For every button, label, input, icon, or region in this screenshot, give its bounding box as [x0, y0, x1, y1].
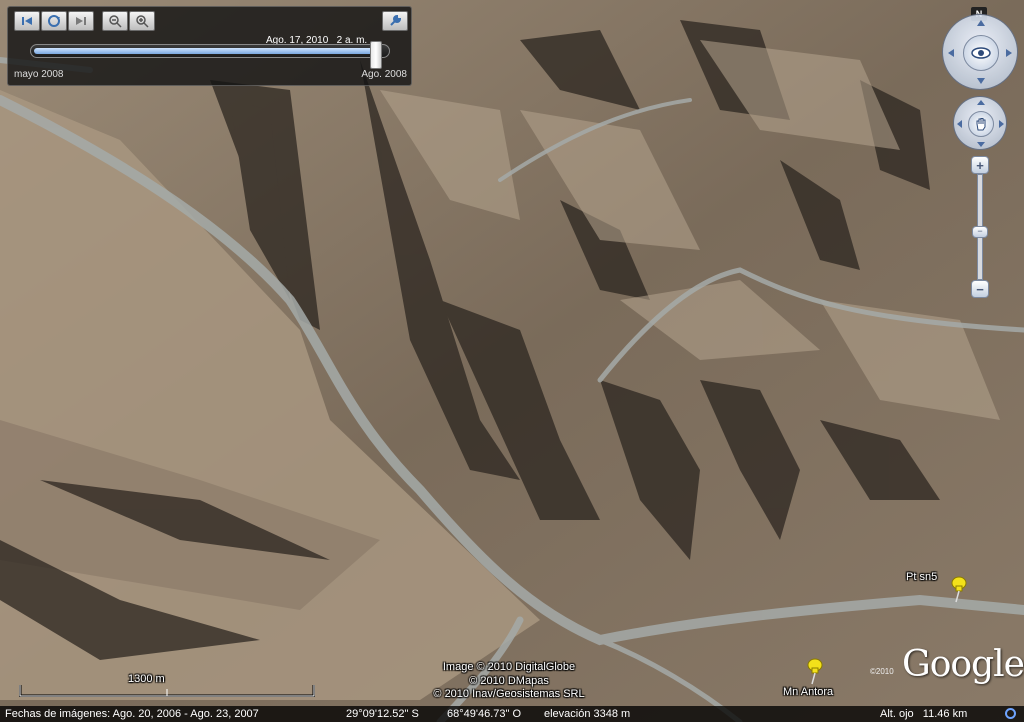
status-bar: Fechas de imágenes: Ago. 20, 2006 - Ago.…: [0, 706, 1024, 722]
time-slider-fill: [34, 48, 374, 54]
hand-icon[interactable]: [968, 111, 994, 137]
zoom-in-time-icon[interactable]: [129, 11, 155, 31]
elevation-readout: elevación 3348 m: [544, 708, 631, 720]
move-left-arrow[interactable]: [957, 120, 962, 128]
time-slider-track[interactable]: [30, 44, 390, 58]
placemark-label-mn-antora[interactable]: Mn Antora: [783, 686, 833, 698]
zoom-out-time-icon[interactable]: [102, 11, 128, 31]
scale-bar: [19, 685, 315, 697]
placemark-label-pt-sn5[interactable]: Pt sn5: [906, 571, 937, 583]
imagery-attribution: Image © 2010 DigitalGlobe © 2010 DMapas …: [414, 661, 604, 702]
yellow-pushpin-icon[interactable]: [804, 657, 826, 685]
move-right-arrow[interactable]: [999, 120, 1004, 128]
look-left-arrow[interactable]: [948, 49, 954, 57]
zoom-out-button[interactable]: −: [971, 280, 989, 298]
play-icon[interactable]: [41, 11, 67, 31]
zoom-slider: + − −: [971, 156, 989, 298]
eye-altitude-readout: Alt. ojo 11.46 km: [880, 708, 968, 720]
wrench-icon[interactable]: [382, 11, 408, 31]
look-right-arrow[interactable]: [1006, 49, 1012, 57]
zoom-in-button[interactable]: +: [971, 156, 989, 174]
time-slider-panel: Ago. 17, 2010 2 a. m. mayo 2008 Ago. 200…: [7, 6, 412, 86]
move-down-arrow[interactable]: [977, 142, 985, 147]
logo-copyright: ©2010: [870, 667, 894, 676]
attribution-line: © 2010 Inav/Geosistemas SRL: [433, 688, 585, 700]
look-up-arrow[interactable]: [977, 20, 985, 26]
scale-label: 1300 m: [128, 673, 165, 685]
skip-back-icon[interactable]: [14, 11, 40, 31]
google-logo: Google: [902, 644, 1024, 685]
zoom-thumb[interactable]: −: [972, 226, 988, 238]
image-dates: Fechas de imágenes: Ago. 20, 2006 - Ago.…: [5, 708, 259, 720]
attribution-line: Image © 2010 DigitalGlobe: [442, 661, 576, 673]
eye-icon[interactable]: [963, 35, 999, 71]
move-up-arrow[interactable]: [977, 100, 985, 105]
streaming-status-icon: [1005, 708, 1016, 719]
look-control[interactable]: [942, 14, 1018, 90]
satellite-map[interactable]: [0, 0, 1024, 722]
attribution-line: © 2010 DMapas: [469, 674, 549, 687]
yellow-pushpin-icon[interactable]: [948, 575, 970, 603]
time-start-label: mayo 2008: [14, 69, 64, 80]
time-end-label: Ago. 2008: [361, 69, 407, 80]
longitude-readout: 68°49'46.73" O: [447, 708, 522, 720]
time-slider-handle[interactable]: [370, 41, 382, 69]
latitude-readout: 29°09'12.52" S: [346, 708, 419, 720]
skip-forward-icon[interactable]: [68, 11, 94, 31]
move-control[interactable]: [953, 96, 1007, 150]
look-down-arrow[interactable]: [977, 78, 985, 84]
